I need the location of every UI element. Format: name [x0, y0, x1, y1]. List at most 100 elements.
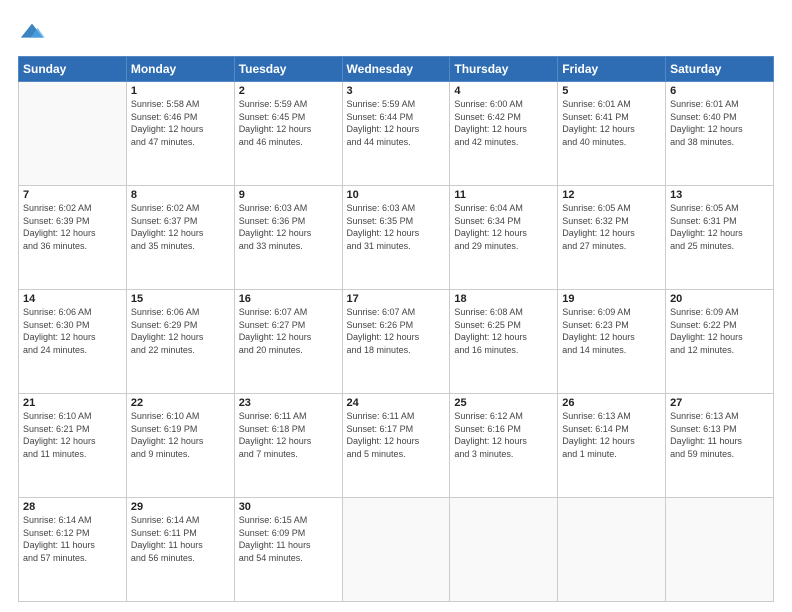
- calendar-cell: 24Sunrise: 6:11 AM Sunset: 6:17 PM Dayli…: [342, 394, 450, 498]
- day-info: Sunrise: 6:00 AM Sunset: 6:42 PM Dayligh…: [454, 98, 553, 148]
- calendar-cell: 14Sunrise: 6:06 AM Sunset: 6:30 PM Dayli…: [19, 290, 127, 394]
- calendar-cell: [558, 498, 666, 602]
- day-info: Sunrise: 6:10 AM Sunset: 6:19 PM Dayligh…: [131, 410, 230, 460]
- day-info: Sunrise: 6:10 AM Sunset: 6:21 PM Dayligh…: [23, 410, 122, 460]
- calendar-week-row: 7Sunrise: 6:02 AM Sunset: 6:39 PM Daylig…: [19, 186, 774, 290]
- day-number: 30: [239, 501, 338, 513]
- weekday-header-thursday: Thursday: [450, 57, 558, 82]
- calendar-cell: 22Sunrise: 6:10 AM Sunset: 6:19 PM Dayli…: [126, 394, 234, 498]
- calendar-week-row: 21Sunrise: 6:10 AM Sunset: 6:21 PM Dayli…: [19, 394, 774, 498]
- day-info: Sunrise: 6:13 AM Sunset: 6:13 PM Dayligh…: [670, 410, 769, 460]
- day-number: 20: [670, 293, 769, 305]
- calendar-cell: 7Sunrise: 6:02 AM Sunset: 6:39 PM Daylig…: [19, 186, 127, 290]
- calendar-cell: 29Sunrise: 6:14 AM Sunset: 6:11 PM Dayli…: [126, 498, 234, 602]
- day-number: 22: [131, 397, 230, 409]
- weekday-header-tuesday: Tuesday: [234, 57, 342, 82]
- calendar-week-row: 1Sunrise: 5:58 AM Sunset: 6:46 PM Daylig…: [19, 82, 774, 186]
- day-number: 2: [239, 85, 338, 97]
- day-number: 1: [131, 85, 230, 97]
- calendar-cell: 26Sunrise: 6:13 AM Sunset: 6:14 PM Dayli…: [558, 394, 666, 498]
- calendar-week-row: 28Sunrise: 6:14 AM Sunset: 6:12 PM Dayli…: [19, 498, 774, 602]
- day-number: 17: [347, 293, 446, 305]
- calendar-cell: 21Sunrise: 6:10 AM Sunset: 6:21 PM Dayli…: [19, 394, 127, 498]
- day-info: Sunrise: 6:09 AM Sunset: 6:22 PM Dayligh…: [670, 306, 769, 356]
- calendar-cell: 27Sunrise: 6:13 AM Sunset: 6:13 PM Dayli…: [666, 394, 774, 498]
- calendar-cell: 28Sunrise: 6:14 AM Sunset: 6:12 PM Dayli…: [19, 498, 127, 602]
- day-number: 28: [23, 501, 122, 513]
- weekday-header-sunday: Sunday: [19, 57, 127, 82]
- calendar-week-row: 14Sunrise: 6:06 AM Sunset: 6:30 PM Dayli…: [19, 290, 774, 394]
- day-info: Sunrise: 6:08 AM Sunset: 6:25 PM Dayligh…: [454, 306, 553, 356]
- calendar-cell: 4Sunrise: 6:00 AM Sunset: 6:42 PM Daylig…: [450, 82, 558, 186]
- day-info: Sunrise: 6:04 AM Sunset: 6:34 PM Dayligh…: [454, 202, 553, 252]
- calendar-cell: 11Sunrise: 6:04 AM Sunset: 6:34 PM Dayli…: [450, 186, 558, 290]
- weekday-header-monday: Monday: [126, 57, 234, 82]
- day-info: Sunrise: 5:59 AM Sunset: 6:44 PM Dayligh…: [347, 98, 446, 148]
- day-number: 11: [454, 189, 553, 201]
- day-info: Sunrise: 6:09 AM Sunset: 6:23 PM Dayligh…: [562, 306, 661, 356]
- day-number: 16: [239, 293, 338, 305]
- day-info: Sunrise: 6:02 AM Sunset: 6:37 PM Dayligh…: [131, 202, 230, 252]
- calendar-cell: 23Sunrise: 6:11 AM Sunset: 6:18 PM Dayli…: [234, 394, 342, 498]
- calendar-cell: 10Sunrise: 6:03 AM Sunset: 6:35 PM Dayli…: [342, 186, 450, 290]
- weekday-header-friday: Friday: [558, 57, 666, 82]
- calendar-cell: [19, 82, 127, 186]
- calendar-cell: 9Sunrise: 6:03 AM Sunset: 6:36 PM Daylig…: [234, 186, 342, 290]
- calendar-cell: 12Sunrise: 6:05 AM Sunset: 6:32 PM Dayli…: [558, 186, 666, 290]
- logo: [18, 18, 50, 46]
- day-number: 19: [562, 293, 661, 305]
- day-info: Sunrise: 6:01 AM Sunset: 6:41 PM Dayligh…: [562, 98, 661, 148]
- day-info: Sunrise: 6:03 AM Sunset: 6:36 PM Dayligh…: [239, 202, 338, 252]
- day-number: 21: [23, 397, 122, 409]
- day-info: Sunrise: 6:11 AM Sunset: 6:17 PM Dayligh…: [347, 410, 446, 460]
- day-info: Sunrise: 6:13 AM Sunset: 6:14 PM Dayligh…: [562, 410, 661, 460]
- calendar-cell: [342, 498, 450, 602]
- day-number: 27: [670, 397, 769, 409]
- day-number: 29: [131, 501, 230, 513]
- day-number: 3: [347, 85, 446, 97]
- day-info: Sunrise: 6:14 AM Sunset: 6:12 PM Dayligh…: [23, 514, 122, 564]
- day-info: Sunrise: 6:05 AM Sunset: 6:32 PM Dayligh…: [562, 202, 661, 252]
- calendar-cell: 13Sunrise: 6:05 AM Sunset: 6:31 PM Dayli…: [666, 186, 774, 290]
- calendar-table: SundayMondayTuesdayWednesdayThursdayFrid…: [18, 56, 774, 602]
- logo-icon: [18, 18, 46, 46]
- day-number: 6: [670, 85, 769, 97]
- calendar-cell: 20Sunrise: 6:09 AM Sunset: 6:22 PM Dayli…: [666, 290, 774, 394]
- day-number: 13: [670, 189, 769, 201]
- day-number: 26: [562, 397, 661, 409]
- day-info: Sunrise: 6:12 AM Sunset: 6:16 PM Dayligh…: [454, 410, 553, 460]
- weekday-header-saturday: Saturday: [666, 57, 774, 82]
- calendar-cell: 1Sunrise: 5:58 AM Sunset: 6:46 PM Daylig…: [126, 82, 234, 186]
- weekday-header-wednesday: Wednesday: [342, 57, 450, 82]
- calendar-cell: 16Sunrise: 6:07 AM Sunset: 6:27 PM Dayli…: [234, 290, 342, 394]
- calendar-cell: 19Sunrise: 6:09 AM Sunset: 6:23 PM Dayli…: [558, 290, 666, 394]
- day-info: Sunrise: 6:06 AM Sunset: 6:29 PM Dayligh…: [131, 306, 230, 356]
- day-number: 24: [347, 397, 446, 409]
- calendar-cell: 3Sunrise: 5:59 AM Sunset: 6:44 PM Daylig…: [342, 82, 450, 186]
- calendar-cell: 5Sunrise: 6:01 AM Sunset: 6:41 PM Daylig…: [558, 82, 666, 186]
- day-number: 23: [239, 397, 338, 409]
- calendar-cell: 6Sunrise: 6:01 AM Sunset: 6:40 PM Daylig…: [666, 82, 774, 186]
- day-info: Sunrise: 6:15 AM Sunset: 6:09 PM Dayligh…: [239, 514, 338, 564]
- day-info: Sunrise: 6:11 AM Sunset: 6:18 PM Dayligh…: [239, 410, 338, 460]
- day-info: Sunrise: 5:58 AM Sunset: 6:46 PM Dayligh…: [131, 98, 230, 148]
- day-number: 12: [562, 189, 661, 201]
- calendar-cell: 15Sunrise: 6:06 AM Sunset: 6:29 PM Dayli…: [126, 290, 234, 394]
- calendar-cell: [450, 498, 558, 602]
- day-number: 8: [131, 189, 230, 201]
- calendar-cell: [666, 498, 774, 602]
- day-number: 7: [23, 189, 122, 201]
- weekday-header-row: SundayMondayTuesdayWednesdayThursdayFrid…: [19, 57, 774, 82]
- day-number: 5: [562, 85, 661, 97]
- day-number: 9: [239, 189, 338, 201]
- calendar-cell: 2Sunrise: 5:59 AM Sunset: 6:45 PM Daylig…: [234, 82, 342, 186]
- day-number: 10: [347, 189, 446, 201]
- calendar-cell: 18Sunrise: 6:08 AM Sunset: 6:25 PM Dayli…: [450, 290, 558, 394]
- day-number: 18: [454, 293, 553, 305]
- day-info: Sunrise: 6:07 AM Sunset: 6:27 PM Dayligh…: [239, 306, 338, 356]
- day-number: 25: [454, 397, 553, 409]
- calendar-cell: 17Sunrise: 6:07 AM Sunset: 6:26 PM Dayli…: [342, 290, 450, 394]
- day-number: 14: [23, 293, 122, 305]
- day-info: Sunrise: 6:01 AM Sunset: 6:40 PM Dayligh…: [670, 98, 769, 148]
- page: SundayMondayTuesdayWednesdayThursdayFrid…: [0, 0, 792, 612]
